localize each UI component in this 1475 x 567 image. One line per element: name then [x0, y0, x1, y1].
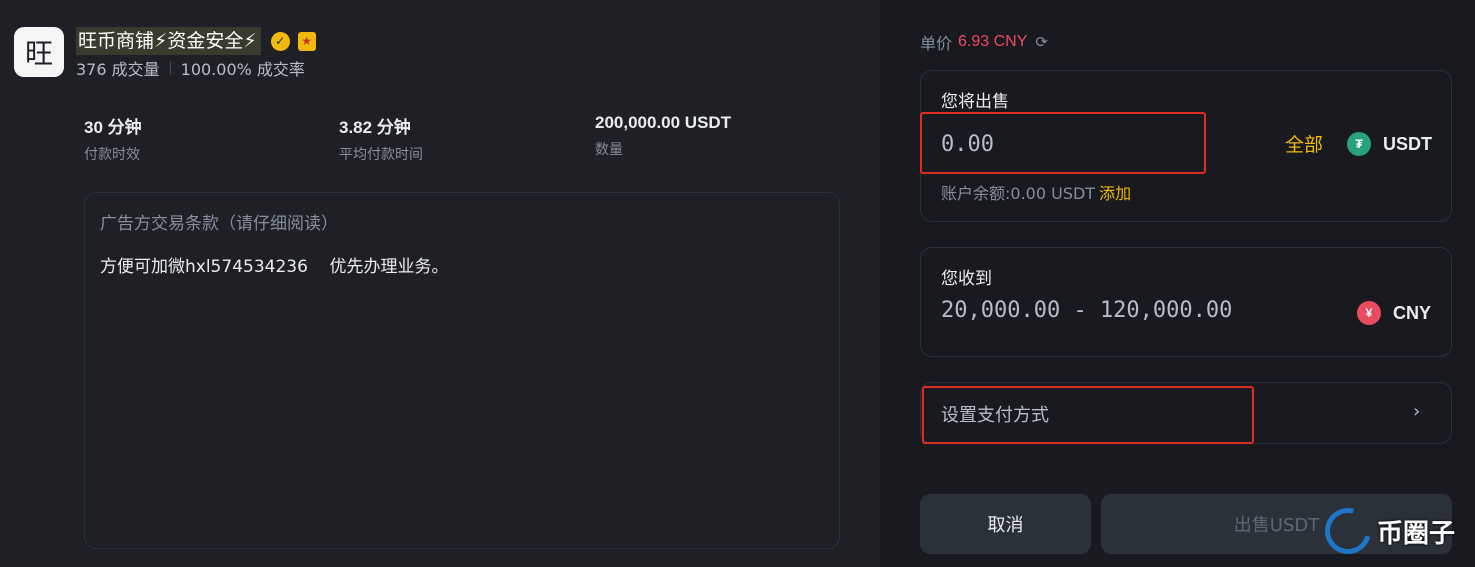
sell-coin-label: USDT [1383, 133, 1432, 154]
unit-price-row: 单价 6.93 CNY ⟳ [920, 30, 1048, 54]
shield-badge-icon: ★ [297, 31, 316, 51]
trade-count: 376 成交量 [76, 60, 160, 79]
stat-label: 平均付款时间 [339, 147, 423, 163]
sell-all-button[interactable]: 全部 [1285, 130, 1323, 157]
terms-title: 广告方交易条款（请仔细阅读） [100, 214, 338, 234]
usdt-icon: ₮ [1347, 132, 1371, 156]
receive-amount-box: 您收到 20,000.00 - 120,000.00 ¥ CNY [920, 247, 1452, 357]
price-label: 单价 [920, 34, 953, 53]
sell-label: 您将出售 [941, 92, 1009, 112]
terms-body: 方便可加微hxl574534236 优先办理业务。 [100, 257, 449, 277]
balance-row: 账户余额:0.00 USDT 添加 [941, 180, 1131, 204]
sell-amount-box: 您将出售 全部 ₮ USDT 账户余额:0.00 USDT添加 [920, 70, 1452, 222]
receive-coin-label: CNY [1393, 302, 1432, 323]
price-value: 6.93 CNY [958, 33, 1028, 50]
receive-label: 您收到 [941, 269, 992, 289]
sell-coin: ₮ USDT [1347, 132, 1432, 156]
add-funds-link[interactable]: 添加 [1099, 184, 1131, 203]
merchant-stats: 376 成交量 100.00% 成交率 [76, 56, 305, 80]
payment-method-selector[interactable]: 设置支付方式 › [920, 382, 1452, 444]
merchant-header: 旺币商铺⚡资金安全⚡ ✓ ★ [76, 27, 316, 55]
stat-payment-window: 30 分钟 付款时效 [84, 113, 142, 164]
divider [169, 61, 171, 75]
receive-amount: 20,000.00 - 120,000.00 [941, 298, 1233, 323]
ad-terms-box: 广告方交易条款（请仔细阅读） 方便可加微hxl574534236 优先办理业务。 [84, 192, 840, 549]
payment-method-label: 设置支付方式 [941, 405, 1049, 426]
balance-text: 账户余额:0.00 USDT [941, 184, 1096, 203]
sell-amount-input[interactable] [941, 127, 1181, 161]
verified-badge-icon: ✓ [270, 31, 290, 51]
merchant-name[interactable]: 旺币商铺⚡资金安全⚡ [76, 27, 261, 55]
merchant-panel: 旺 旺币商铺⚡资金安全⚡ ✓ ★ 376 成交量 100.00% 成交率 30 … [0, 0, 880, 567]
sell-usdt-button[interactable]: 出售USDT [1101, 494, 1452, 554]
order-panel: 单价 6.93 CNY ⟳ 您将出售 全部 ₮ USDT 账户余额:0.00 U… [880, 0, 1475, 567]
stat-label: 数量 [595, 142, 623, 158]
stat-avg-payment-time: 3.82 分钟 平均付款时间 [339, 113, 423, 164]
merchant-avatar[interactable]: 旺 [14, 27, 64, 77]
stat-quantity: 200,000.00 USDT 数量 [595, 113, 731, 159]
receive-coin: ¥ CNY [1357, 301, 1431, 325]
stat-value: 3.82 分钟 [339, 118, 411, 137]
cny-icon: ¥ [1357, 301, 1381, 325]
completion-rate: 100.00% 成交率 [180, 60, 305, 79]
refresh-icon[interactable]: ⟳ [1035, 33, 1048, 51]
chevron-right-icon: › [1413, 401, 1421, 422]
cancel-button[interactable]: 取消 [920, 494, 1091, 554]
stat-value: 30 分钟 [84, 118, 142, 137]
stat-label: 付款时效 [84, 147, 140, 163]
stat-value: 200,000.00 USDT [595, 113, 732, 132]
